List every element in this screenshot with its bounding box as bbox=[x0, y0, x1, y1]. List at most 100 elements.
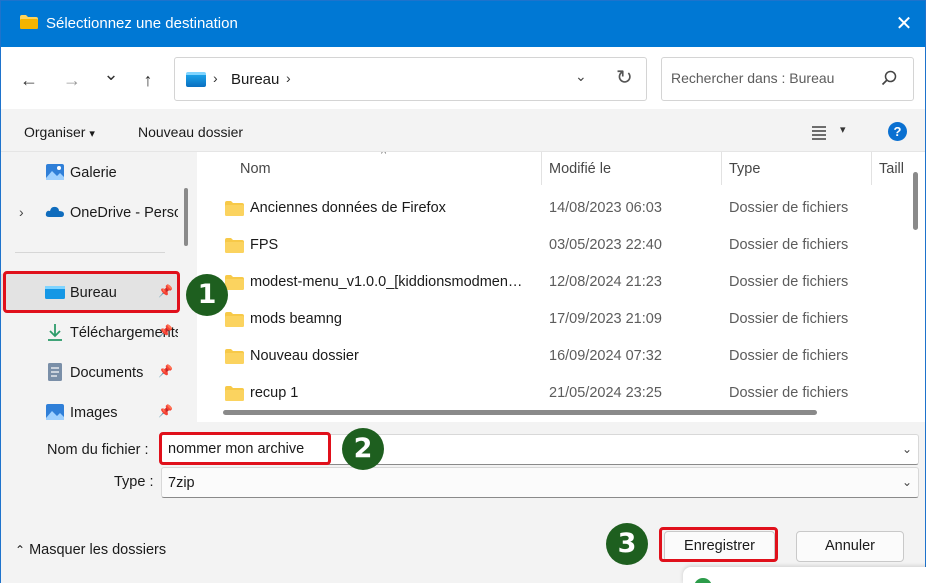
refresh-icon[interactable]: ↻ bbox=[616, 65, 633, 90]
column-type-label[interactable]: Type bbox=[729, 161, 760, 177]
column-modified-label[interactable]: Modifié le bbox=[549, 161, 611, 177]
folder-icon bbox=[225, 386, 244, 401]
address-dropdown-icon[interactable]: ⌄ bbox=[575, 68, 587, 85]
cancel-button[interactable]: Annuler bbox=[796, 531, 904, 562]
table-row[interactable]: FPS 03/05/2023 22:40 Dossier de fichiers bbox=[197, 227, 905, 264]
search-box[interactable] bbox=[661, 57, 914, 101]
organize-button[interactable]: Organiser ▾ bbox=[24, 124, 95, 140]
hide-folders-button[interactable]: ⌃ Masquer les dossiers bbox=[15, 542, 166, 558]
file-type-value[interactable]: 7zip bbox=[168, 475, 195, 491]
column-header-name[interactable]: ^ Nom bbox=[197, 152, 541, 185]
file-modified: 12/08/2024 21:23 bbox=[549, 274, 662, 290]
list-view-icon[interactable] bbox=[811, 124, 827, 140]
chevron-up-icon[interactable]: ⌃ bbox=[15, 543, 25, 557]
file-modified: 17/09/2023 21:09 bbox=[549, 311, 662, 327]
close-button[interactable]: ✕ bbox=[889, 9, 919, 39]
recent-locations-button[interactable]: ⌄ bbox=[98, 61, 124, 87]
pin-icon[interactable]: 📌 bbox=[158, 364, 173, 378]
help-button[interactable]: ? bbox=[888, 122, 907, 141]
horizontal-scrollbar[interactable] bbox=[197, 404, 905, 422]
chevron-down-icon[interactable]: ▾ bbox=[89, 128, 95, 140]
search-input[interactable] bbox=[671, 70, 871, 86]
forward-button[interactable]: → bbox=[59, 67, 85, 93]
breadcrumb-bureau[interactable]: Bureau bbox=[231, 71, 279, 88]
table-row[interactable]: modest-menu_v1.0.0_[kiddionsmodmenu.com]… bbox=[197, 264, 905, 301]
file-type: Dossier de fichiers bbox=[729, 200, 849, 216]
file-name[interactable]: modest-menu_v1.0.0_[kiddionsmodmenu.com] bbox=[250, 274, 530, 290]
sidebar-item-telechargements[interactable]: Téléchargements 📌 bbox=[1, 314, 179, 350]
new-folder-button[interactable]: Nouveau dossier bbox=[138, 124, 243, 140]
file-name[interactable]: mods beamng bbox=[250, 311, 535, 327]
step-badge-2: 2 bbox=[342, 428, 384, 470]
desktop-icon bbox=[186, 72, 206, 87]
vertical-scroll-thumb[interactable] bbox=[913, 172, 918, 230]
help-icon[interactable]: ? bbox=[894, 124, 902, 139]
horizontal-scroll-thumb[interactable] bbox=[223, 410, 817, 415]
file-type-select[interactable]: 7zip ⌄ bbox=[161, 467, 919, 498]
sidebar-item-galerie[interactable]: Galerie bbox=[1, 154, 179, 190]
view-options-button[interactable]: ▾ bbox=[811, 123, 851, 141]
folder-icon bbox=[225, 349, 244, 364]
column-header-size[interactable]: Taill bbox=[871, 152, 905, 185]
table-row[interactable]: Anciennes données de Firefox 14/08/2023 … bbox=[197, 190, 905, 227]
window-title: Sélectionnez une destination bbox=[46, 15, 238, 32]
sidebar-item-onedrive[interactable]: › OneDrive - Personnel bbox=[1, 194, 179, 230]
sidebar-item-images[interactable]: Images 📌 bbox=[1, 394, 179, 422]
organize-label[interactable]: Organiser bbox=[24, 124, 85, 140]
address-bar[interactable]: › Bureau › ⌄ ↻ bbox=[174, 57, 647, 101]
highlight-bureau bbox=[3, 271, 180, 313]
sort-ascending-icon: ^ bbox=[381, 152, 387, 160]
column-header-type[interactable]: Type bbox=[721, 152, 871, 185]
vertical-scrollbar[interactable] bbox=[905, 152, 925, 422]
chevron-down-icon[interactable]: ⌄ bbox=[902, 475, 912, 489]
breadcrumb-separator[interactable]: › bbox=[286, 70, 291, 86]
up-button[interactable]: ↑ bbox=[135, 67, 161, 93]
column-header-modified[interactable]: Modifié le bbox=[541, 152, 721, 185]
up-arrow-icon[interactable]: ↑ bbox=[144, 70, 153, 90]
sidebar-item-label[interactable]: Galerie bbox=[70, 165, 178, 181]
close-icon[interactable]: ✕ bbox=[896, 13, 913, 35]
file-name[interactable]: Nouveau dossier bbox=[250, 348, 535, 364]
file-type: Dossier de fichiers bbox=[729, 348, 849, 364]
file-type: Dossier de fichiers bbox=[729, 237, 849, 253]
search-icon[interactable] bbox=[881, 70, 897, 86]
file-name[interactable]: Anciennes données de Firefox bbox=[250, 200, 535, 216]
folder-icon bbox=[20, 15, 38, 29]
folder-icon bbox=[225, 312, 244, 327]
chevron-down-icon[interactable]: ▾ bbox=[840, 123, 846, 136]
file-name[interactable]: recup 1 bbox=[250, 385, 535, 401]
back-arrow-icon[interactable]: ← bbox=[20, 70, 38, 90]
pin-icon[interactable]: 📌 bbox=[158, 404, 173, 418]
sidebar-scrollbar[interactable] bbox=[184, 188, 188, 246]
step-badge-1: 1 bbox=[186, 274, 228, 316]
save-form: Nom du fichier : ⌄ Type : 7zip ⌄ ⌃ Masqu… bbox=[1, 422, 925, 583]
navigation-bar: ← → ⌄ ↑ › Bureau › ⌄ ↻ bbox=[1, 47, 925, 109]
title-bar: Sélectionnez une destination ✕ bbox=[1, 1, 925, 47]
filename-label: Nom du fichier : bbox=[47, 442, 149, 458]
chevron-down-icon[interactable]: ⌄ bbox=[902, 442, 912, 456]
chevron-right-icon[interactable]: › bbox=[19, 204, 24, 220]
sidebar-item-documents[interactable]: Documents 📌 bbox=[1, 354, 179, 390]
highlight-filename bbox=[159, 432, 331, 465]
file-list: ^ Nom Modifié le Type Taill Anciennes do… bbox=[197, 152, 905, 422]
table-row[interactable]: mods beamng 17/09/2023 21:09 Dossier de … bbox=[197, 301, 905, 338]
back-button[interactable]: ← bbox=[16, 67, 42, 93]
file-modified: 21/05/2024 23:25 bbox=[549, 385, 662, 401]
hide-folders-label[interactable]: Masquer les dossiers bbox=[29, 542, 166, 558]
pin-icon[interactable]: 📌 bbox=[158, 324, 173, 338]
file-name[interactable]: FPS bbox=[250, 237, 535, 253]
documents-icon bbox=[48, 363, 62, 381]
sidebar-item-label[interactable]: OneDrive - Personnel bbox=[70, 205, 178, 221]
download-icon bbox=[48, 324, 62, 341]
save-dialog: Sélectionnez une destination ✕ ← → ⌄ ↑ ›… bbox=[0, 0, 926, 583]
column-name-label[interactable]: Nom bbox=[240, 161, 271, 177]
file-type: Dossier de fichiers bbox=[729, 274, 849, 290]
table-row[interactable]: Nouveau dossier 16/09/2024 07:32 Dossier… bbox=[197, 338, 905, 375]
column-size-label[interactable]: Taill bbox=[879, 161, 904, 177]
type-label: Type : bbox=[114, 474, 154, 490]
file-modified: 03/05/2023 22:40 bbox=[549, 237, 662, 253]
forward-arrow-icon[interactable]: → bbox=[63, 70, 81, 90]
file-type: Dossier de fichiers bbox=[729, 385, 849, 401]
breadcrumb-separator[interactable]: › bbox=[213, 70, 218, 86]
chevron-down-icon[interactable]: ⌄ bbox=[103, 64, 118, 84]
